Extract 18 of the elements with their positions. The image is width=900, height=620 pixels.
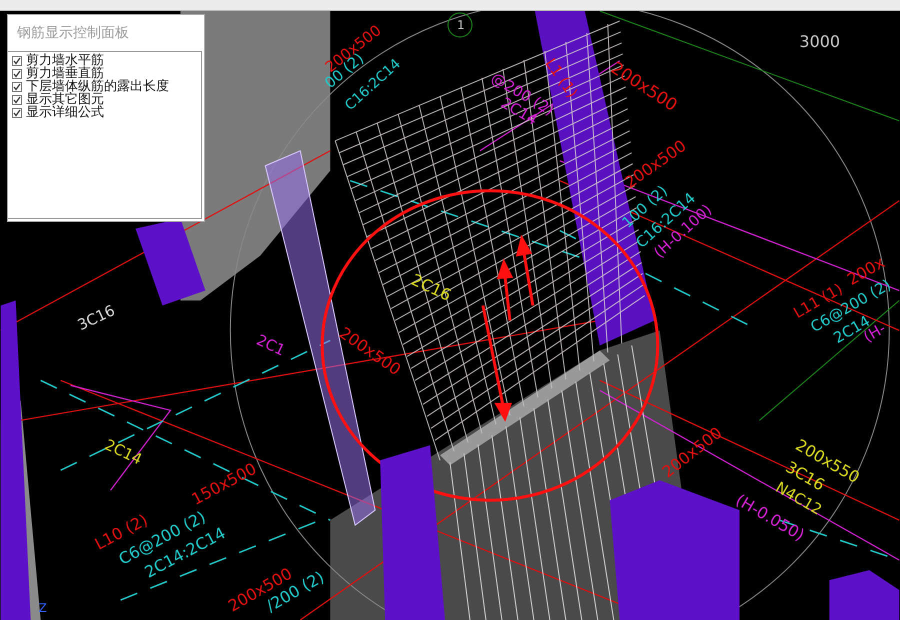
drawing-annotation: 3000 [799, 32, 840, 51]
drawing-annotation: 2C16 [408, 270, 454, 305]
option-item[interactable]: 下层墙体纵筋的露出长度 [12, 80, 201, 93]
panel-title: 钢筋显示控制面板 [16, 24, 130, 43]
checkbox[interactable] [12, 94, 22, 104]
drawing-annotation: 1 [457, 18, 465, 32]
checkbox[interactable] [12, 56, 22, 66]
drawing-annotation: Z [38, 601, 47, 616]
option-item[interactable]: 显示其它图元 [12, 93, 201, 106]
drawing-annotation: 3C16 [74, 301, 118, 334]
checkbox[interactable] [12, 108, 22, 118]
checkbox[interactable] [12, 68, 22, 78]
checkbox[interactable] [12, 82, 22, 92]
drawing-annotation: 2C14 [102, 436, 145, 468]
option-item[interactable]: 剪力墙水平筋 [12, 54, 201, 67]
option-item[interactable]: 剪力墙垂直筋 [12, 67, 201, 80]
drawing-annotation: 2C1 [254, 330, 288, 360]
option-item[interactable]: 显示详细公式 [12, 106, 201, 119]
